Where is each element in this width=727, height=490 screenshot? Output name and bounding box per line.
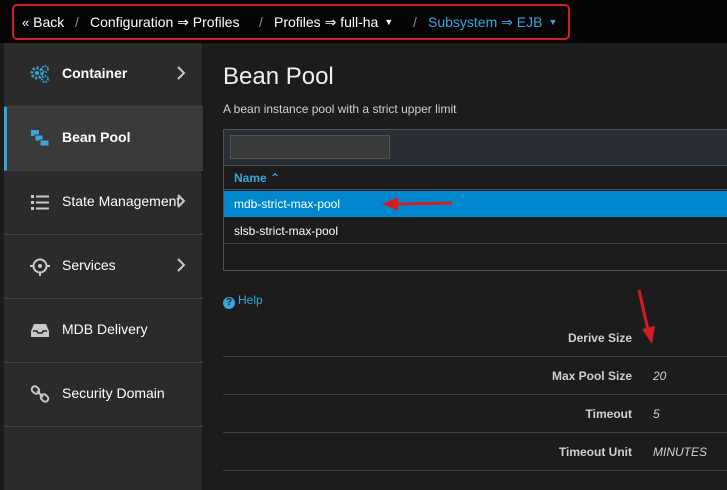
attribute-row: Timeout 5	[223, 395, 727, 433]
help-link[interactable]: ? Help	[223, 293, 263, 309]
breadcrumb-separator: /	[413, 14, 417, 30]
breadcrumb-bar: « Back / Configuration ⇒ Profiles / Prof…	[0, 0, 727, 43]
attribute-row: Derive Size	[223, 319, 727, 357]
column-header-name[interactable]: Name ⌃	[224, 166, 727, 190]
chevron-right-icon	[177, 258, 186, 272]
sidebar-item-mdb-delivery[interactable]: MDB Delivery	[4, 299, 203, 363]
main-content: Bean Pool A bean instance pool with a st…	[204, 43, 727, 490]
sidebar-item-state-management[interactable]: State Management	[4, 171, 203, 235]
table-row[interactable]: slsb-strict-max-pool	[224, 218, 727, 244]
attribute-row: Timeout Unit MINUTES	[223, 433, 727, 471]
sidebar-item-label: MDB Delivery	[62, 321, 148, 337]
page-title: Bean Pool	[223, 63, 334, 90]
breadcrumb-subsystem[interactable]: Subsystem ⇒ EJB ▼	[428, 14, 557, 30]
services-icon	[30, 258, 50, 276]
sidebar-item-label: Container	[62, 65, 128, 81]
table-filter-bar	[224, 130, 727, 166]
attribute-label: Timeout Unit	[558, 445, 632, 459]
sidebar: Container Bean Pool State Management Ser…	[0, 43, 203, 490]
sidebar-edge	[0, 43, 4, 490]
sidebar-item-label: Security Domain	[62, 385, 165, 401]
chevron-right-icon	[177, 194, 186, 208]
breadcrumb-profiles-label: Profiles ⇒ full-ha	[274, 14, 379, 30]
attribute-row: Max Pool Size 20	[223, 357, 727, 395]
sidebar-item-label: Bean Pool	[62, 129, 131, 145]
table-row[interactable]: mdb-strict-max-pool	[224, 191, 727, 217]
chevron-down-icon: ▼	[384, 17, 394, 27]
list-icon	[31, 195, 49, 210]
link-icon	[30, 385, 50, 403]
table-cell-name: slsb-strict-max-pool	[234, 224, 339, 238]
attribute-label: Max Pool Size	[551, 369, 632, 383]
table-cell-name: mdb-strict-max-pool	[234, 197, 341, 211]
page-description: A bean instance pool with a strict upper…	[223, 102, 457, 116]
back-label: Back	[33, 14, 65, 30]
sidebar-item-container[interactable]: Container	[4, 43, 203, 107]
chevron-down-icon: ▼	[548, 17, 558, 27]
double-chevron-left-icon: «	[22, 15, 30, 30]
breadcrumb-separator: /	[75, 14, 79, 30]
inbox-icon	[31, 324, 49, 337]
breadcrumb-profiles[interactable]: Profiles ⇒ full-ha ▼	[274, 14, 393, 30]
breadcrumb-configuration[interactable]: Configuration ⇒ Profiles	[90, 14, 239, 30]
attribute-label: Derive Size	[567, 331, 632, 345]
sidebar-item-label: Services	[62, 257, 116, 273]
bean-pool-table: Name ⌃ mdb-strict-max-pool slsb-strict-m…	[223, 129, 727, 271]
attribute-label: Timeout	[585, 407, 632, 421]
sidebar-item-label: State Management	[62, 193, 181, 209]
attribute-value: MINUTES	[653, 445, 707, 459]
sidebar-item-security-domain[interactable]: Security Domain	[4, 363, 203, 427]
gears-icon	[30, 65, 49, 83]
chevron-right-icon	[177, 66, 186, 80]
breadcrumb-subsystem-label: Subsystem ⇒ EJB	[428, 14, 543, 30]
column-header-label: Name ⌃	[234, 171, 281, 185]
bean-pool-icon	[31, 130, 50, 147]
help-label: Help	[238, 293, 263, 307]
back-link[interactable]: « Back	[22, 14, 64, 31]
filter-input[interactable]	[230, 135, 390, 159]
sidebar-item-services[interactable]: Services	[4, 235, 203, 299]
attribute-value: 5	[653, 407, 660, 421]
attribute-value: 20	[653, 369, 667, 383]
question-circle-icon: ?	[223, 297, 235, 309]
sidebar-item-bean-pool[interactable]: Bean Pool	[4, 107, 203, 171]
breadcrumb-separator: /	[259, 14, 263, 30]
